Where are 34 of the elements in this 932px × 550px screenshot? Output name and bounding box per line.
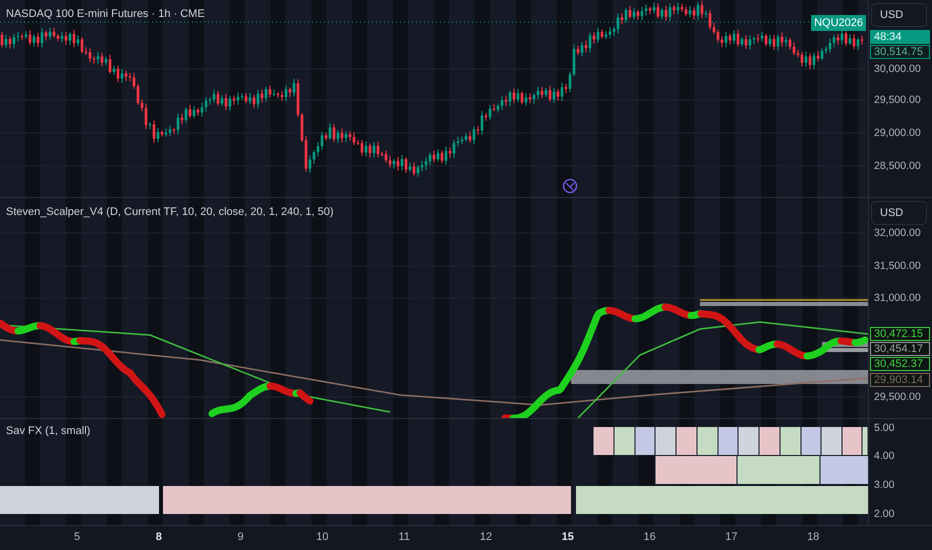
price-tick: 28,500.00 <box>874 160 921 172</box>
currency-button[interactable]: USD <box>871 3 927 27</box>
currency-button[interactable]: USD <box>871 201 927 225</box>
indicator-title: Sav FX (1, small) <box>6 425 90 437</box>
price-tick: 29,500.00 <box>874 94 921 106</box>
symbol-badge: NQU2026 <box>811 15 866 31</box>
value-tick: 5.00 <box>874 422 894 434</box>
last-price-label: 30,514.75 <box>870 45 930 59</box>
value-tick: 4.00 <box>874 450 894 462</box>
price-label: 29,903.14 <box>870 373 930 387</box>
price-label: 30,472.15 <box>870 327 930 341</box>
price-tick: 30,000.00 <box>874 63 921 75</box>
date-tick: 17 <box>725 531 738 543</box>
price-tick: 32,000.00 <box>874 227 921 239</box>
date-tick: 8 <box>156 531 162 543</box>
date-tick: 5 <box>74 531 80 543</box>
indicator-title: Steven_Scalper_V4 (D, Current TF, 10, 20, close, 20, 1, 240, 1, 50) <box>6 206 334 218</box>
price-label: 30,452.37 <box>870 357 930 371</box>
price-tick: 31,000.00 <box>874 292 921 304</box>
price-label: 30,454.17 <box>870 342 930 356</box>
date-tick: 16 <box>643 531 656 543</box>
date-tick: 9 <box>238 531 244 543</box>
date-tick: 12 <box>480 531 492 543</box>
chart-title: NASDAQ 100 E-mini Futures · 1h · CME <box>6 8 205 20</box>
date-tick: 10 <box>316 531 329 543</box>
price-tick: 31,500.00 <box>874 260 921 272</box>
date-tick: 18 <box>807 531 820 543</box>
value-tick: 3.00 <box>874 479 894 491</box>
price-tick: 29,500.00 <box>874 391 921 403</box>
value-tick: 2.00 <box>874 508 894 520</box>
date-tick: 15 <box>562 531 574 543</box>
price-tick: 29,000.00 <box>874 127 921 139</box>
bar-countdown: 48:34 <box>870 30 930 44</box>
date-tick: 11 <box>398 531 410 543</box>
